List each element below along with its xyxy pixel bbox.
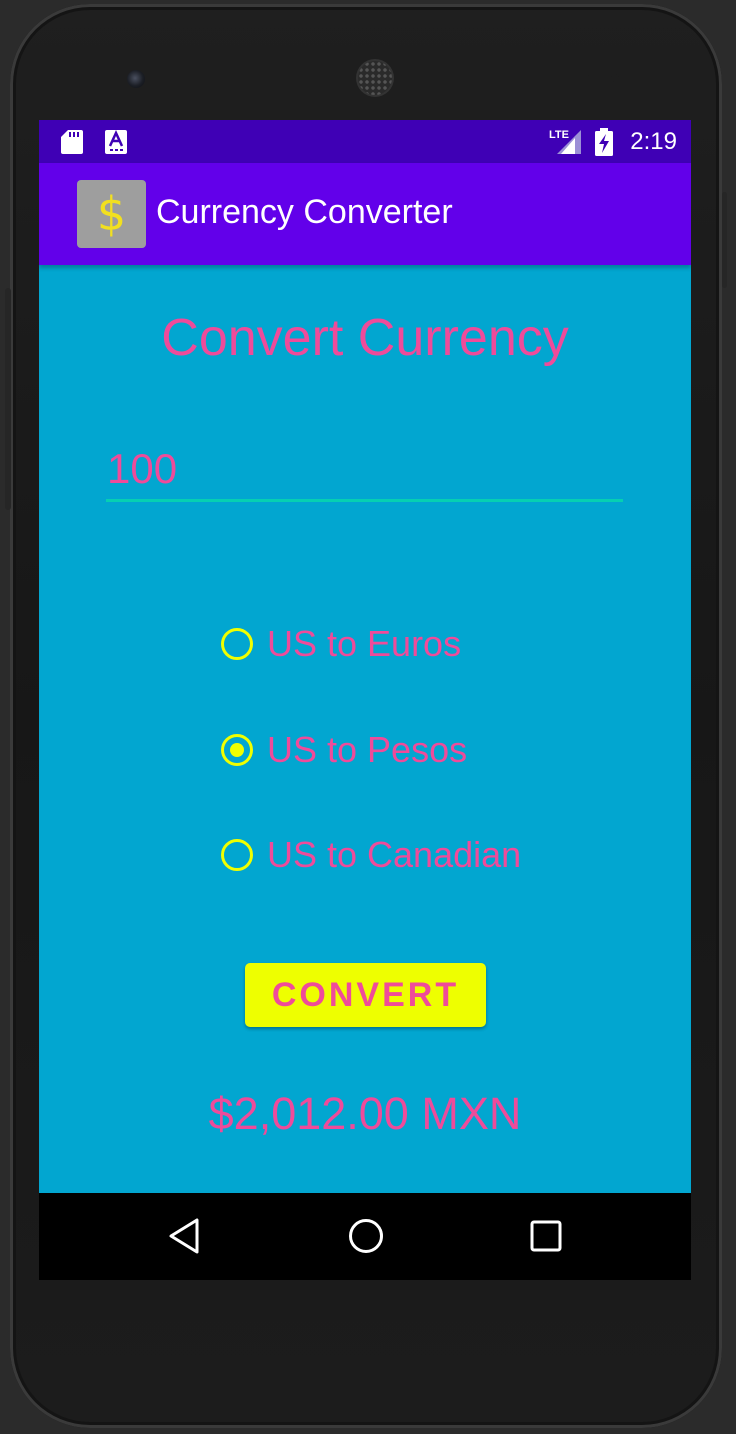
sd-card-icon [61,130,83,158]
keyboard-a-icon [105,130,127,158]
navigation-bar [39,1193,691,1280]
page-heading: Convert Currency [161,309,569,367]
amount-input[interactable] [106,438,623,502]
radio-button-unchecked[interactable] [221,839,253,871]
radio-button-unchecked[interactable] [221,628,253,660]
app-bar: $ Currency Converter [39,163,691,265]
back-icon[interactable] [167,1217,201,1259]
radio-us-to-canadian[interactable]: US to Canadian [221,830,521,880]
front-camera [127,70,145,88]
radio-selected-dot [230,743,244,757]
home-icon[interactable] [347,1217,385,1259]
app-icon: $ [77,180,146,248]
proximity-sensor [588,72,600,84]
convert-button[interactable]: CONVERT [245,963,486,1027]
earpiece-speaker [358,61,392,95]
svg-text:LTE: LTE [549,129,569,141]
dollar-icon: $ [96,187,127,241]
light-sensor [611,74,619,82]
radio-us-to-euros[interactable]: US to Euros [221,619,461,669]
conversion-result: $2,012.00 MXN [208,1088,522,1139]
radio-label: US to Canadian [267,834,522,875]
recents-icon[interactable] [530,1220,562,1256]
radio-label: US to Pesos [267,729,468,770]
radio-button-checked[interactable] [221,734,253,766]
volume-button [5,288,11,510]
power-button [722,192,727,288]
radio-label: US to Euros [267,623,462,664]
lte-signal-icon: LTE [547,128,583,160]
battery-charging-icon [595,128,613,160]
app-title: Currency Converter [156,193,453,231]
status-time: 2:19 [630,128,677,155]
status-bar: LTE 2:19 [39,120,691,163]
screen: LTE 2:19 $ Currency Converter Convert Cu… [39,120,691,1280]
radio-us-to-pesos[interactable]: US to Pesos [221,725,467,775]
